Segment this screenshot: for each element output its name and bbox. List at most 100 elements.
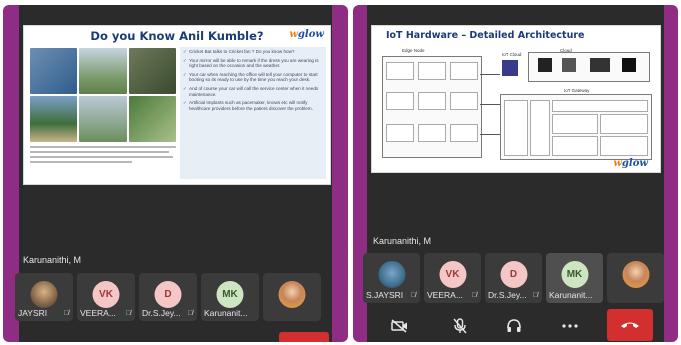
- mic-muted-icon: 🎙̸: [471, 292, 477, 299]
- diagram-label: IoT Cloud: [502, 52, 522, 57]
- slide-bullet: Your mirror will be able to remark if th…: [183, 58, 323, 69]
- device-icon: [622, 58, 636, 72]
- participant-strip: JAYSRI 🎙̸ VK VEERA... 🎙̸ D Dr.S.Jey... 🎙…: [15, 273, 321, 321]
- participant-tile[interactable]: VK VEERA... 🎙̸: [77, 273, 135, 321]
- avatar: [378, 261, 405, 288]
- call-control-bar: [367, 309, 664, 342]
- avatar: [278, 281, 306, 308]
- diagram-block: [504, 100, 528, 156]
- participant-name: S.JAYSRI: [366, 290, 404, 300]
- mute-button[interactable]: [443, 313, 477, 339]
- diagram-label: Edge Node: [402, 48, 425, 53]
- participant-strip: S.JAYSRI 🎙̸ VK VEERA... 🎙̸ D Dr.S.Jey...…: [363, 253, 664, 303]
- participant-name: Dr.S.Jey...: [142, 308, 181, 318]
- avatar: D: [154, 281, 182, 308]
- more-options-button[interactable]: [553, 313, 587, 339]
- shared-slide: IoT Hardware – Detailed Architecture Edg…: [371, 25, 661, 173]
- participant-tile[interactable]: JAYSRI 🎙̸: [15, 273, 73, 321]
- slide-bullet: And of course your car will call the ser…: [183, 86, 323, 97]
- slide-bullet: Cricket Bat talks to Cricket fan ? Do yo…: [183, 49, 323, 55]
- participant-name: VEERA...: [427, 290, 463, 300]
- photo-caption-text: [30, 146, 176, 172]
- iot-cloud-chip: [502, 60, 518, 76]
- slide-photo-collage: [30, 48, 176, 142]
- slide-bullet-list: Cricket Bat talks to Cricket fan ? Do yo…: [180, 47, 326, 179]
- participant-tile[interactable]: S.JAYSRI 🎙̸: [363, 253, 420, 303]
- database-icon: [562, 58, 576, 72]
- participant-tile-active[interactable]: MK Karunanit...: [546, 253, 603, 303]
- presenter-name-label: Karunanithi, M: [373, 236, 432, 246]
- diagram-block: [450, 124, 478, 142]
- participant-name: JAYSRI: [18, 308, 48, 318]
- diagram-block: [386, 124, 414, 142]
- screenshot-frame: Do you Know Anil Kumble? wglow Cricket B…: [0, 0, 681, 345]
- participant-name: VEERA...: [80, 308, 116, 318]
- diagram-block: [552, 136, 598, 156]
- wglow-logo: wglow: [613, 158, 648, 169]
- wglow-logo: wglow: [289, 29, 324, 40]
- left-screen-border: Do you Know Anil Kumble? wglow Cricket B…: [3, 5, 348, 342]
- mic-muted-icon: 🎙̸: [63, 310, 69, 317]
- diagram-block: [418, 124, 446, 142]
- audio-button[interactable]: [497, 313, 531, 339]
- diagram-block: [450, 62, 478, 80]
- mic-muted-icon: 🎙̸: [410, 292, 416, 299]
- right-screen-border: IoT Hardware – Detailed Architecture Edg…: [353, 5, 678, 342]
- server-icon: [538, 58, 552, 72]
- photo-tile: [79, 96, 127, 142]
- presenter-name-label: Karunanithi, M: [23, 255, 82, 265]
- diagram-block: [552, 114, 598, 134]
- diagram-block: [418, 62, 446, 80]
- slide-title: Do you Know Anil Kumble?: [90, 29, 264, 43]
- participant-name: Dr.S.Jey...: [488, 290, 527, 300]
- participant-tile[interactable]: D Dr.S.Jey... 🎙̸: [139, 273, 197, 321]
- mic-muted-icon: 🎙̸: [187, 310, 193, 317]
- connector-line: [480, 74, 500, 75]
- photo-tile: [128, 96, 176, 142]
- photo-tile: [128, 48, 176, 94]
- diagram-block: [552, 100, 648, 112]
- avatar: MK: [216, 281, 244, 308]
- avatar: VK: [439, 261, 466, 288]
- slide-bullet: Your car when reaching the office will t…: [183, 72, 323, 83]
- photo-tile: [30, 96, 78, 142]
- photo-tile: [30, 48, 78, 94]
- diagram-block: [418, 92, 446, 110]
- diagram-block: [386, 62, 414, 80]
- more-icon: [562, 324, 578, 328]
- photo-tile: [79, 48, 127, 94]
- diagram-label: IoT Gateway: [564, 88, 590, 93]
- diagram-block: [600, 114, 648, 134]
- end-call-icon: [621, 322, 639, 328]
- end-call-button[interactable]: [279, 332, 329, 342]
- right-meeting-view: IoT Hardware – Detailed Architecture Edg…: [363, 5, 664, 342]
- participant-name: Karunanit...: [204, 308, 248, 318]
- slide-title: IoT Hardware – Detailed Architecture: [386, 30, 585, 41]
- participant-tile[interactable]: [263, 273, 321, 321]
- participant-tile[interactable]: VK VEERA... 🎙̸: [424, 253, 481, 303]
- participant-tile[interactable]: MK Karunanit...: [201, 273, 259, 321]
- slide-bullet: Artificial Implants such as pacemaker, k…: [183, 100, 323, 111]
- connector-line: [480, 134, 500, 135]
- diagram-block: [386, 92, 414, 110]
- diagram-block: [450, 92, 478, 110]
- avatar: MK: [561, 261, 588, 288]
- monitor-icon: [590, 58, 610, 72]
- end-call-button[interactable]: [607, 309, 653, 341]
- camera-off-icon: [391, 319, 407, 333]
- connector-line: [480, 104, 500, 105]
- avatar: D: [500, 261, 527, 288]
- participant-tile[interactable]: [607, 253, 664, 303]
- participant-name: Karunanit...: [549, 290, 593, 300]
- shared-slide: Do you Know Anil Kumble? wglow Cricket B…: [23, 25, 331, 185]
- mic-muted-icon: 🎙̸: [532, 292, 538, 299]
- diagram-block: [600, 136, 648, 156]
- avatar: VK: [92, 281, 120, 308]
- left-meeting-view: Do you Know Anil Kumble? wglow Cricket B…: [15, 5, 332, 342]
- mic-off-icon: [453, 318, 467, 334]
- avatar: [30, 281, 58, 308]
- headset-icon: [507, 319, 521, 332]
- participant-tile[interactable]: D Dr.S.Jey... 🎙̸: [485, 253, 542, 303]
- camera-off-button[interactable]: [383, 313, 417, 339]
- architecture-diagram: Edge Node IoT Cloud Cloud IoT Gateway: [380, 44, 652, 164]
